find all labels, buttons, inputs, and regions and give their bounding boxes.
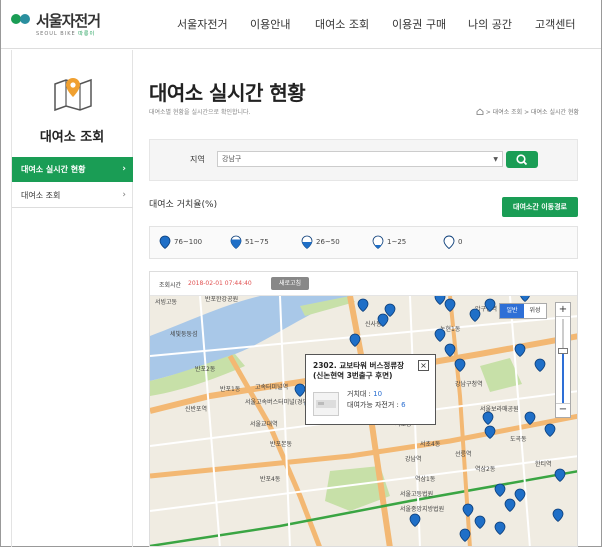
map-container: 조회시간 2018-02-01 07:44:40 새로고침 서빙고동 반포한강공원… [149, 271, 578, 547]
map-label: 선릉역 [455, 450, 472, 458]
map-label: 신반포역 [185, 405, 207, 413]
page-title: 대여소 실시간 현황 [149, 81, 306, 105]
map-label: 반포4동 [260, 475, 281, 483]
map-toolbar: 조회시간 2018-02-01 07:44:40 새로고침 [150, 272, 577, 296]
sidebar: 대여소 조회 대여소 실시간 현황 › 대여소 조회 › [11, 50, 133, 547]
nav-item-guide[interactable]: 이용안내 [250, 16, 290, 32]
region-select-value: 강남구 [222, 155, 242, 163]
zoom-handle[interactable] [558, 347, 568, 354]
route-button[interactable]: 대여소간 이동경로 [502, 197, 578, 217]
sidebar-item-realtime[interactable]: 대여소 실시간 현황 › [12, 157, 133, 182]
map-label: 서울중앙지방법원 [400, 505, 444, 513]
sidebar-title: 대여소 조회 [39, 130, 105, 145]
sidebar-header: 대여소 조회 [12, 50, 132, 154]
nav-item-customer-center[interactable]: 고객센터 [535, 16, 575, 32]
map-label: 한티역 [535, 460, 552, 468]
station-map[interactable]: 서빙고동 반포한강공원 세빛둥둥섬 반포2동 반포1동 고속터미널역 서울고속버스터미널(경… [150, 296, 577, 546]
map-label: 서울고등법원 [400, 490, 433, 498]
search-icon [516, 154, 528, 166]
logo-subtext: SEOUL BIKE 따릉이 [36, 31, 96, 37]
map-type-toggle: 일반 위성 [499, 303, 547, 319]
map-label: 반포1동 [220, 385, 241, 393]
close-icon[interactable]: × [418, 360, 429, 371]
nav-item-station-search[interactable]: 대여소 조회 [315, 16, 369, 32]
popup-dock-info: 거치대 : 10 [347, 390, 383, 398]
pin-half-icon [301, 235, 313, 249]
query-time-label: 조회시간 [159, 282, 182, 289]
region-label: 지역 [190, 155, 205, 164]
map-label: 역삼1동 [415, 475, 436, 483]
rate-label: 대여소 거치율(%) [149, 200, 218, 210]
pin-full-icon [159, 235, 171, 249]
header: 서울자전거 SEOUL BIKE 따릉이 서울자전거 이용안내 대여소 조회 이… [1, 0, 601, 49]
page-subtitle: 대여소별 현황을 실시간으로 확인합니다. [149, 109, 251, 116]
nav-item-my-space[interactable]: 나의 공간 [468, 16, 512, 32]
zoom-in-button[interactable]: + [556, 303, 570, 317]
main-content: 대여소 실시간 현황 대여소별 현황을 실시간으로 확인합니다. > 대여소 조… [149, 50, 579, 547]
map-type-normal[interactable]: 일반 [500, 304, 524, 318]
home-icon[interactable] [476, 108, 484, 115]
map-label: 세빛둥둥섬 [170, 330, 198, 338]
map-label: 반포본동 [270, 440, 293, 448]
map-label: 강남역 [405, 455, 422, 463]
photo-icon [316, 400, 336, 408]
caret-down-icon: ▼ [493, 156, 498, 163]
nav-item-pass-purchase[interactable]: 이용권 구매 [392, 16, 446, 32]
logo[interactable]: 서울자전거 SEOUL BIKE 따릉이 [11, 9, 121, 41]
map-label: 고속터미널역 [255, 383, 288, 391]
legend: 76~100 51~75 26~50 1~25 0 [149, 226, 578, 259]
sidebar-item-station-search[interactable]: 대여소 조회 › [12, 183, 133, 208]
map-label: 서울교대역 [250, 420, 278, 428]
map-label: 서초4동 [420, 440, 441, 448]
sidebar-item-label: 대여소 조회 [21, 191, 61, 200]
zoom-control: + − [555, 302, 571, 418]
breadcrumb: > 대여소 조회 > 대여소 실시간 현황 [476, 107, 579, 116]
popup-bike-info: 대여가능 자전거 : 6 [347, 401, 406, 409]
map-type-satellite[interactable]: 위성 [524, 304, 546, 318]
map-label: 강남구청역 [455, 380, 483, 388]
map-label: 서빙고동 [155, 298, 178, 306]
pin-empty-icon [443, 235, 455, 249]
sidebar-item-label: 대여소 실시간 현황 [21, 165, 86, 174]
breadcrumb-text: > 대여소 조회 > 대여소 실시간 현황 [485, 109, 579, 116]
chevron-right-icon: › [122, 190, 126, 200]
station-photo [313, 392, 339, 416]
region-select[interactable]: 강남구 ▼ [217, 151, 503, 167]
zoom-level-fill [562, 350, 564, 403]
refresh-button[interactable]: 새로고침 [271, 277, 309, 290]
pin-quarter-icon [372, 235, 384, 249]
map-pin-icon [54, 78, 92, 112]
map-label: 도곡동 [510, 436, 527, 443]
zoom-out-button[interactable]: − [556, 403, 570, 417]
map-label: 반포2동 [195, 365, 216, 373]
search-button[interactable] [506, 151, 538, 168]
map-label: 반포한강공원 [205, 296, 238, 303]
nav-item-seoul-bike[interactable]: 서울자전거 [177, 16, 228, 32]
chevron-right-icon: › [122, 164, 126, 174]
search-panel: 지역 강남구 ▼ [149, 139, 578, 181]
map-label: 서울보라매공원 [480, 405, 519, 413]
pin-three-quarter-icon [230, 235, 242, 249]
popup-title: 2302. 교보타워 버스정류장 (신논현역 3번출구 후면) [313, 361, 405, 380]
logo-text: 서울자전거 [36, 12, 101, 30]
logo-circle-teal-icon [20, 14, 30, 24]
station-popup: 2302. 교보타워 버스정류장 (신논현역 3번출구 후면) × 거치대 : … [305, 354, 436, 425]
query-time-value: 2018-02-01 07:44:40 [188, 280, 252, 287]
map-label: 역삼2동 [475, 465, 496, 473]
